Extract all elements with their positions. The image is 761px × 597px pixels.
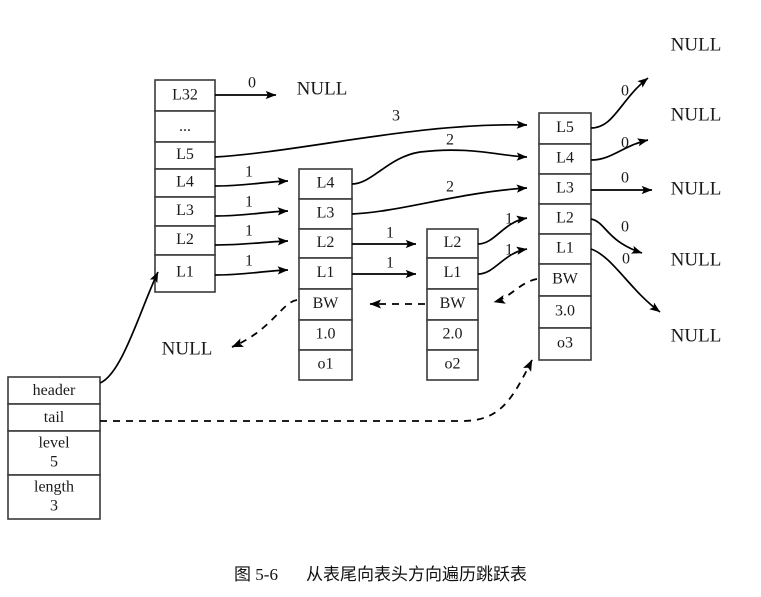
- null-label-header-l32: NULL: [297, 78, 348, 99]
- o3-score: 3.0: [555, 303, 575, 320]
- o3-level-l2: L2: [556, 210, 574, 227]
- span-o3-l3: 0: [621, 170, 629, 187]
- o2-level-l1: L1: [444, 264, 462, 281]
- o2-object: o2: [445, 356, 461, 373]
- o1-level-l1: L1: [317, 264, 335, 281]
- figure-caption: 图 5-6 从表尾向表头方向遍历跳跃表: [0, 560, 761, 585]
- header-level-ellipsis: ...: [179, 118, 191, 135]
- pointer-o1-l4-o3: [351, 149, 528, 185]
- o3-level-l3: L3: [556, 180, 574, 197]
- o2-score: 2.0: [443, 326, 463, 343]
- o1-object: o1: [318, 356, 334, 373]
- header-level-l2: L2: [176, 231, 194, 248]
- span-o3-l4: 0: [621, 135, 629, 152]
- struct-field-length-label: length: [34, 479, 74, 496]
- pointer-o2-l1-o3: [477, 246, 528, 275]
- o3-level-l1: L1: [556, 240, 574, 257]
- backward-pointer-o1-null: [231, 299, 298, 348]
- null-label-o3-l5: NULL: [671, 34, 722, 55]
- span-header-l4: 1: [245, 164, 253, 181]
- diagram-canvas: header tail level 5 length 3 L32 ... L5 …: [0, 0, 761, 597]
- header-level-l3: L3: [176, 202, 194, 219]
- span-header-l5: 3: [392, 108, 400, 125]
- struct-field-length-value: 3: [50, 498, 58, 515]
- struct-field-tail-label: tail: [44, 409, 65, 426]
- o1-backward-label: BW: [313, 295, 340, 312]
- header-node-box: L32 ... L5 L4 L3 L2 L1: [154, 79, 216, 293]
- span-o2-l1: 1: [505, 242, 513, 259]
- o1-level-l4: L4: [317, 175, 335, 192]
- null-label-o1-backward: NULL: [162, 338, 213, 359]
- skiplist-diagram: header tail level 5 length 3 L32 ... L5 …: [7, 34, 722, 520]
- span-o3-l5: 0: [621, 83, 629, 100]
- o1-score: 1.0: [316, 326, 336, 343]
- o3-level-l5: L5: [556, 119, 574, 136]
- null-label-o3-l1: NULL: [671, 325, 722, 346]
- null-label-o3-l4: NULL: [671, 104, 722, 125]
- span-o1-l2: 1: [386, 225, 394, 242]
- pointer-header-l2-o1: [214, 237, 289, 246]
- pointer-o1-l3-o3: [351, 184, 528, 215]
- o1-level-l3: L3: [317, 205, 335, 222]
- o3-level-l4: L4: [556, 150, 574, 167]
- backward-pointer-o3-o2: [493, 278, 538, 304]
- pointer-o2-l2-o3: [477, 215, 528, 245]
- struct-field-header-label: header: [33, 382, 76, 399]
- pointer-o3-l2-null: [590, 218, 643, 254]
- node-o1-box: L4 L3 L2 L1 BW 1.0 o1: [298, 168, 353, 381]
- o2-level-l2: L2: [444, 234, 462, 251]
- span-o2-l2: 1: [505, 211, 513, 228]
- figure-caption-text: 从表尾向表头方向遍历跳跃表: [305, 565, 527, 584]
- pointer-header-l1-o1: [214, 266, 289, 276]
- span-o3-l1: 0: [622, 251, 630, 268]
- span-o1-l3: 2: [446, 179, 454, 196]
- node-o3-box: L5 L4 L3 L2 L1 BW 3.0 o3: [538, 112, 592, 361]
- pointer-o3-l4-null: [590, 138, 649, 161]
- header-level-l5: L5: [176, 146, 194, 163]
- o3-object: o3: [557, 335, 573, 352]
- o3-backward-label: BW: [552, 271, 579, 288]
- struct-field-level-label: level: [38, 435, 70, 452]
- null-label-o3-l2: NULL: [671, 249, 722, 270]
- o1-level-l2: L2: [317, 234, 335, 251]
- pointer-header-to-l1: [99, 271, 159, 384]
- span-header-l3: 1: [245, 194, 253, 211]
- span-o1-l1: 1: [386, 255, 394, 272]
- span-o1-l4: 2: [446, 132, 454, 149]
- o2-backward-label: BW: [440, 295, 467, 312]
- span-header-l1: 1: [245, 253, 253, 270]
- struct-field-level-value: 5: [50, 454, 58, 471]
- header-level-l1: L1: [176, 264, 194, 281]
- pointer-header-l4-o1: [214, 177, 289, 187]
- span-o3-l2: 0: [621, 219, 629, 236]
- pointer-o3-l5-null: [590, 77, 649, 129]
- figure-number: 图 5-6: [234, 565, 278, 584]
- skiplist-struct-box: header tail level 5 length 3: [7, 376, 101, 520]
- span-header-l32: 0: [248, 75, 256, 92]
- header-level-l4: L4: [176, 174, 194, 191]
- node-o2-box: L2 L1 BW 2.0 o2: [426, 228, 479, 381]
- header-level-l32: L32: [172, 87, 198, 104]
- null-label-o3-l3: NULL: [671, 178, 722, 199]
- span-header-l2: 1: [245, 223, 253, 240]
- pointer-header-l3-o1: [214, 207, 289, 217]
